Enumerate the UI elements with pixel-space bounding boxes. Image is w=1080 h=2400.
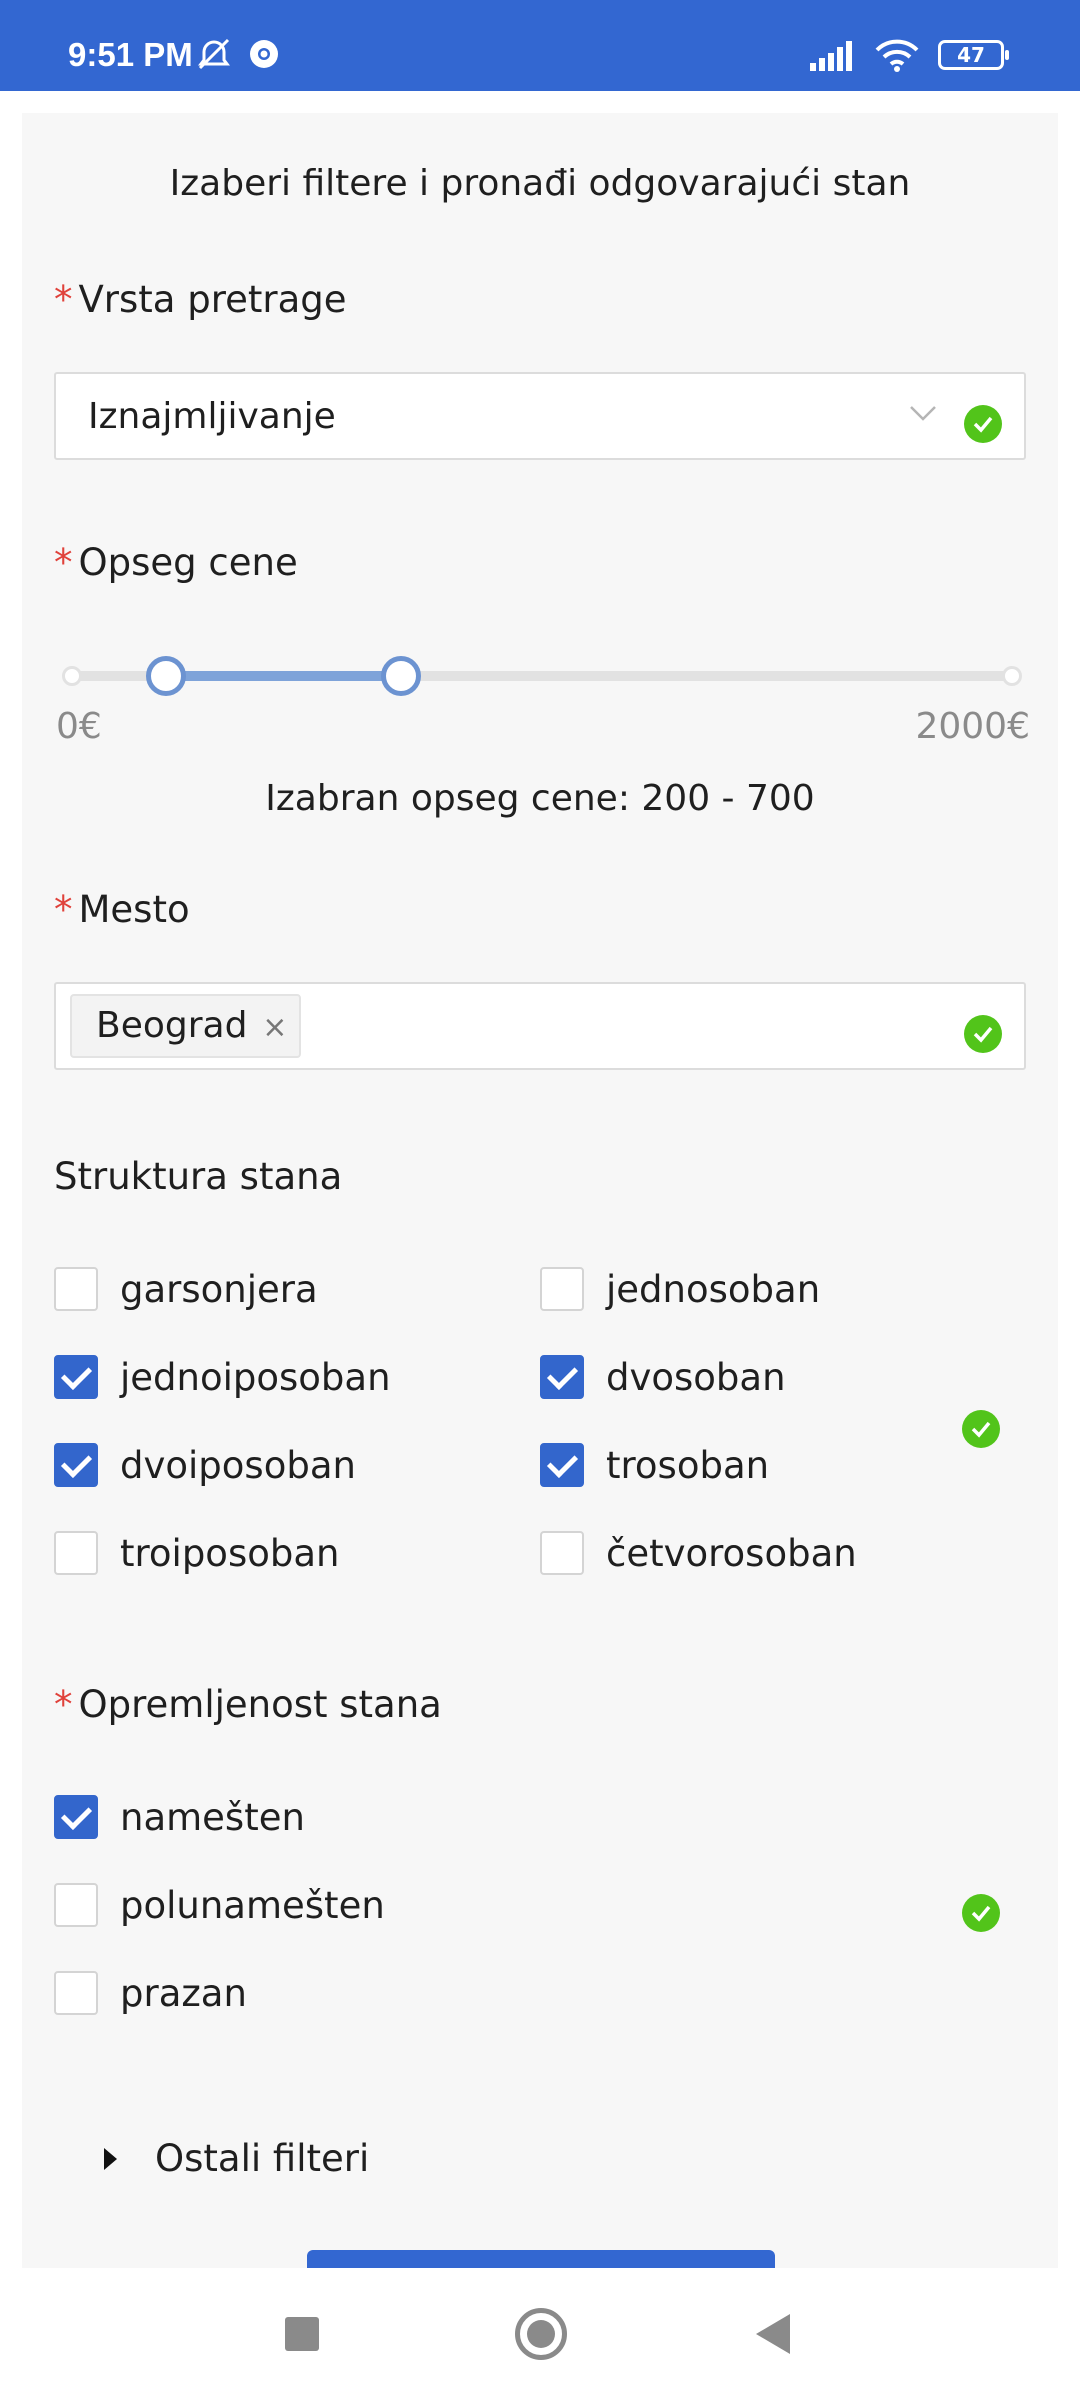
more-filters-label: Ostali filteri [155, 2137, 370, 2180]
required-mark: * [54, 1683, 73, 1726]
alarm-off-icon [198, 38, 230, 70]
status-bar: 9:51 PM 47 [0, 0, 1080, 91]
required-mark: * [54, 888, 73, 931]
home-button[interactable] [515, 2308, 567, 2360]
search-type-value: Iznajmljivanje [88, 396, 336, 437]
search-type-label: * Vrsta pretrage [54, 278, 347, 321]
page-title: Izaberi filtere i pronađi odgovarajući s… [169, 163, 911, 204]
checkbox[interactable] [540, 1443, 584, 1487]
place-label: * Mesto [54, 888, 190, 931]
price-range-slider[interactable] [62, 656, 1022, 696]
valid-check-icon [962, 1410, 1000, 1448]
selected-price-range: Izabran opseg cene: 200 - 700 [265, 778, 815, 819]
checkbox[interactable] [54, 1795, 98, 1839]
valid-check-icon [964, 1015, 1002, 1053]
checkbox[interactable] [54, 1971, 98, 2015]
back-button[interactable] [756, 2314, 790, 2354]
search-type-select[interactable]: Iznajmljivanje [54, 372, 1026, 460]
battery-icon: 47 [938, 40, 1009, 70]
close-icon[interactable]: × [262, 998, 287, 1058]
place-tag-label: Beograd [96, 1005, 248, 1046]
chrome-icon [250, 40, 278, 68]
structure-label: Struktura stana [54, 1155, 343, 1198]
structure-option-dvoiposoban[interactable]: dvoiposoban [54, 1440, 356, 1490]
status-time: 9:51 PM [68, 36, 193, 73]
price-range-fill [166, 671, 401, 681]
checkbox[interactable] [54, 1355, 98, 1399]
slider-min-dot [62, 666, 82, 686]
signal-icon [810, 41, 852, 71]
recent-apps-button[interactable] [285, 2317, 319, 2351]
navigation-bar [0, 2268, 1080, 2400]
price-min-label: 0€ [56, 706, 102, 747]
structure-option-jednosoban[interactable]: jednosoban [540, 1264, 820, 1314]
search-button[interactable] [307, 2250, 775, 2270]
required-mark: * [54, 541, 73, 584]
structure-option-jednoiposoban[interactable]: jednoiposoban [54, 1352, 391, 1402]
price-max-handle[interactable] [381, 656, 421, 696]
checkbox[interactable] [54, 1531, 98, 1575]
valid-check-icon [962, 1894, 1000, 1932]
checkbox[interactable] [540, 1355, 584, 1399]
furnishing-option-polunamesten[interactable]: polunamešten [54, 1880, 385, 1930]
furnishing-option-prazan[interactable]: prazan [54, 1968, 247, 2018]
price-range-label: * Opseg cene [54, 541, 298, 584]
furnishing-label: * Opremljenost stana [54, 1683, 442, 1726]
furnishing-option-namesten[interactable]: namešten [54, 1792, 305, 1842]
slider-max-dot [1002, 666, 1022, 686]
caret-right-icon [104, 2147, 117, 2170]
place-tag: Beograd × [70, 994, 302, 1058]
more-filters-toggle[interactable]: Ostali filteri [104, 2137, 369, 2180]
price-min-handle[interactable] [146, 656, 186, 696]
valid-check-icon [964, 405, 1002, 443]
checkbox[interactable] [54, 1443, 98, 1487]
wifi-icon [875, 39, 919, 72]
structure-option-garsonjera[interactable]: garsonjera [54, 1264, 318, 1314]
chevron-down-icon [910, 406, 936, 421]
structure-option-cetvorosoban[interactable]: četvorosoban [540, 1528, 857, 1578]
required-mark: * [54, 278, 73, 321]
structure-option-trosoban[interactable]: trosoban [540, 1440, 769, 1490]
structure-option-troiposoban[interactable]: troiposoban [54, 1528, 339, 1578]
place-select[interactable]: Beograd × [54, 982, 1026, 1070]
checkbox[interactable] [54, 1267, 98, 1311]
checkbox[interactable] [540, 1267, 584, 1311]
checkbox[interactable] [54, 1883, 98, 1927]
price-max-label: 2000€ [915, 706, 1030, 747]
structure-option-dvosoban[interactable]: dvosoban [540, 1352, 786, 1402]
checkbox[interactable] [540, 1531, 584, 1575]
filter-form: Izaberi filtere i pronađi odgovarajući s… [22, 113, 1058, 2270]
